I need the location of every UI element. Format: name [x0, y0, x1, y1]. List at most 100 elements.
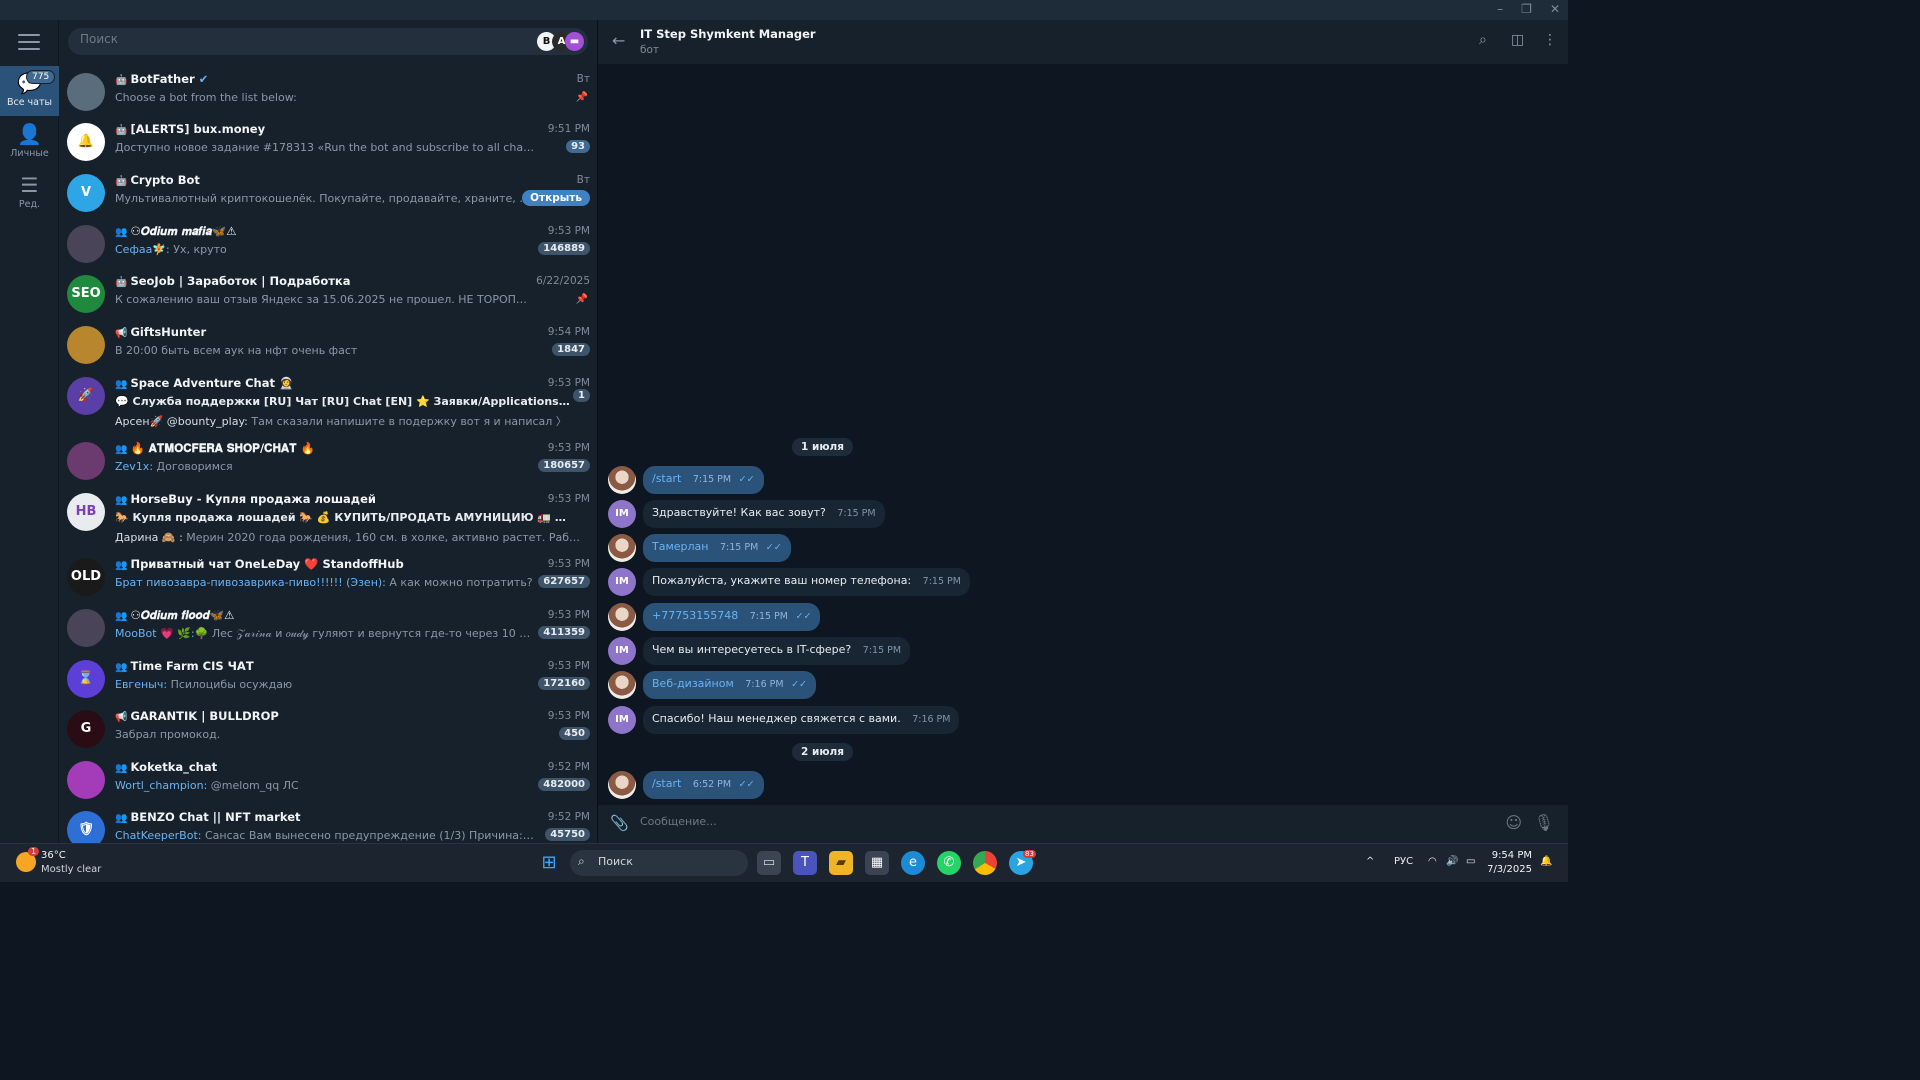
microphone-icon[interactable]: 🎙 [1534, 813, 1554, 832]
account-avatar-3-icon[interactable]: ▬ [565, 32, 584, 51]
maximize-icon[interactable]: ❐ [1521, 2, 1532, 16]
chevron-up-icon[interactable]: ^ [1366, 856, 1374, 867]
last-message: К сожалению ваш отзыв Яндекс за 15.06.20… [115, 293, 535, 306]
chat-list-item[interactable]: 👥 🔥 𝐀𝐓𝐌𝐎𝐂𝐅𝐄𝐑𝐀 𝐒𝐇𝐎𝐏/𝐂𝐇𝐀𝐓 🔥 9:53 PM Zev1x: До… [59, 436, 597, 487]
store-icon[interactable]: ▦ [865, 851, 889, 875]
chat-title: Crypto Bot [130, 173, 200, 187]
folder-personal[interactable]: 👤 Личные [0, 117, 59, 167]
weather-condition: Mostly clear [41, 864, 102, 875]
folder-all-chats[interactable]: 💬 775 Все чаты [0, 66, 59, 116]
minimize-icon[interactable]: – [1497, 2, 1503, 16]
more-vertical-icon[interactable]: ⋮ [1543, 32, 1557, 48]
group-icon: 👥 [115, 227, 128, 238]
message-preview: Там сказали напишите в подержку вот я и … [251, 415, 567, 428]
chat-list-item[interactable]: 👥 ⚇𝑶𝒅𝒊𝒖𝒎 𝒎𝒂𝒇𝒊𝒂🦋⚠ 9:53 PM Сефаа🧚: Ух, круто 1… [59, 219, 597, 270]
bot-icon: 🤖 [115, 176, 128, 187]
group-icon: 👥 [115, 763, 128, 774]
search-input[interactable] [80, 32, 520, 46]
chat-list-item[interactable]: OLD 👥 Приватный чат OneLeDay ❤️ StandoffHu… [59, 552, 597, 603]
sidebar-toggle-icon[interactable]: ◫ [1511, 32, 1524, 48]
chat-avatar [67, 326, 105, 364]
chat-list-item[interactable]: 🚀 👥 Space Adventure Chat 👩‍🚀 9:53 PM 💬 Служб… [59, 371, 597, 437]
chat-list-item[interactable]: G 📢 GARANTIK | BULLDROP 9:53 PM Забрал промо… [59, 704, 597, 755]
unread-count-badge: 1847 [552, 343, 590, 356]
chat-list-item[interactable]: HB 👥 HorseBuy - Купля продажа лошадей 9:53 … [59, 487, 597, 553]
close-icon[interactable]: ✕ [1550, 2, 1560, 16]
sliders-icon: ☰ [20, 173, 39, 197]
back-arrow-icon[interactable]: ← [612, 31, 625, 50]
battery-icon[interactable]: ▭ [1466, 856, 1475, 867]
chat-list-item[interactable]: 🤖 BotFather ✔ Вт Choose a bot from the list… [59, 67, 597, 118]
chat-list-item[interactable]: ⌛ 👥 Time Farm CIS ЧАТ 9:53 PM Евгеныч: Псило… [59, 654, 597, 705]
notifications-icon[interactable]: 🔔 [1540, 856, 1552, 867]
message-time: 6:52 PM [692, 779, 732, 790]
teams-icon[interactable]: T [793, 851, 817, 875]
whatsapp-icon[interactable]: ✆ [937, 851, 961, 875]
edge-icon[interactable]: e [901, 851, 925, 875]
chat-title: Приватный чат OneLeDay ❤️ StandoffHub [130, 557, 404, 571]
file-explorer-icon[interactable]: ▰ [829, 851, 853, 875]
read-check-icon: ✓✓ [765, 542, 782, 553]
chat-name: 👥 Space Adventure Chat 👩‍🚀 [115, 376, 515, 390]
message-input[interactable] [640, 815, 1460, 828]
volume-icon[interactable]: 🔊 [1446, 856, 1458, 867]
group-icon: 👥 [115, 560, 128, 571]
last-message: Choose a bot from the list below: [115, 91, 535, 104]
chat-title: ⚇𝑶𝒅𝒊𝒖𝒎 𝒇𝒍𝒐𝒐𝒅🦋⚠ [130, 608, 235, 622]
chat-name: 👥 HorseBuy - Купля продажа лошадей [115, 492, 515, 506]
hamburger-menu-icon[interactable] [18, 34, 40, 50]
paperclip-icon[interactable]: 📎 [610, 814, 629, 832]
clock-date: 7/3/2025 [1487, 864, 1532, 875]
last-message: Забрал промокод. [115, 728, 535, 741]
search-icon: ⌕ [578, 854, 585, 868]
wifi-icon[interactable]: ◠ [1428, 856, 1437, 867]
chat-time: 9:53 PM [547, 558, 590, 570]
chat-list-item[interactable]: 👥 Koketka_chat 9:52 PM Wortl_champion: @mel… [59, 755, 597, 806]
chat-list-item[interactable]: 👥 ⚇𝑶𝒅𝒊𝒖𝒎 𝒇𝒍𝒐𝒐𝒅🦋⚠ 9:53 PM MooBot 💗 🌿:🌳 Лес 𝒵… [59, 603, 597, 654]
last-message: Доступно новое задание #178313 «Run the … [115, 141, 535, 154]
message-bubble: Спасибо! Наш менеджер свяжется с вами. 7… [643, 706, 960, 734]
windows-start-icon[interactable]: ⊞ [537, 851, 561, 875]
chat-avatar: 🚀 [67, 377, 105, 415]
taskbar-search[interactable]: ⌕ [570, 850, 748, 876]
chat-list-item[interactable]: 🔔 🤖 [ALERTS] bux.money 9:51 PM Доступно ново… [59, 117, 597, 168]
message-sender: Арсен🚀 @bounty_play: [115, 415, 248, 428]
folder-edit[interactable]: ☰ Ред. [0, 168, 59, 218]
task-view-icon[interactable]: ▭ [757, 851, 781, 875]
language-indicator[interactable]: РУС [1394, 856, 1413, 867]
chat-list-item[interactable]: 📢 GiftsHunter 9:54 PM В 20:00 быть всем аук… [59, 320, 597, 371]
system-clock[interactable]: 9:54 PM 7/3/2025 [1487, 849, 1532, 877]
search-icon[interactable]: ⌕ [1479, 32, 1487, 48]
chat-list-item[interactable]: 🛡 👥 BENZO Chat || NFT market 9:52 PM ChatKee… [59, 805, 597, 843]
message-text: Спасибо! Наш менеджер свяжется с вами. [652, 712, 901, 725]
chat-title: SeoJob | Заработок | Подработка [130, 274, 351, 288]
chat-time: 9:53 PM [547, 710, 590, 722]
chat-list-item[interactable]: V 🤖 Crypto Bot Вт Мультивалютный криптокошел… [59, 168, 597, 219]
telegram-badge: 83 [1023, 850, 1036, 858]
message-time: 7:15 PM [837, 508, 876, 519]
unread-count-badge: 93 [566, 140, 590, 153]
search-bar: B A ▬ [68, 28, 588, 55]
chrome-icon[interactable] [973, 851, 997, 875]
window-titlebar: – ❐ ✕ [0, 0, 1568, 20]
date-separator: 1 июля [792, 438, 853, 456]
group-icon: 👥 [115, 662, 128, 673]
chat-time: 6/22/2025 [536, 275, 590, 287]
chat-title: GARANTIK | BULLDROP [130, 709, 279, 723]
channel-icon: 📢 [115, 328, 128, 339]
taskbar-search-input[interactable] [598, 855, 698, 868]
chat-name: 👥 Приватный чат OneLeDay ❤️ StandoffHub [115, 557, 515, 571]
message-sender: Дарина 🙈 : [115, 531, 183, 544]
message-preview: Лес 𝒵𝒶𝓇𝒾𝓃𝒶 и 𝑜𝓊𝒹𝓎 гуляют и вернутся где-… [211, 627, 535, 640]
emoji-icon[interactable]: ☺ [1505, 813, 1522, 832]
chat-name: 👥 Time Farm CIS ЧАТ [115, 659, 515, 673]
chat-title: GiftsHunter [130, 325, 207, 339]
chat-title[interactable]: IT Step Shymkent Manager [640, 27, 816, 41]
chat-avatar: ⌛ [67, 660, 105, 698]
chat-time: 9:53 PM [547, 442, 590, 454]
chat-avatar: HB [67, 493, 105, 531]
open-bot-button[interactable]: Открыть [522, 190, 590, 206]
chat-time: 9:53 PM [547, 225, 590, 237]
chat-list-item[interactable]: SEO 🤖 SeoJob | Заработок | Подработка 6/22/… [59, 269, 597, 320]
chat-title: BotFather [130, 72, 195, 86]
